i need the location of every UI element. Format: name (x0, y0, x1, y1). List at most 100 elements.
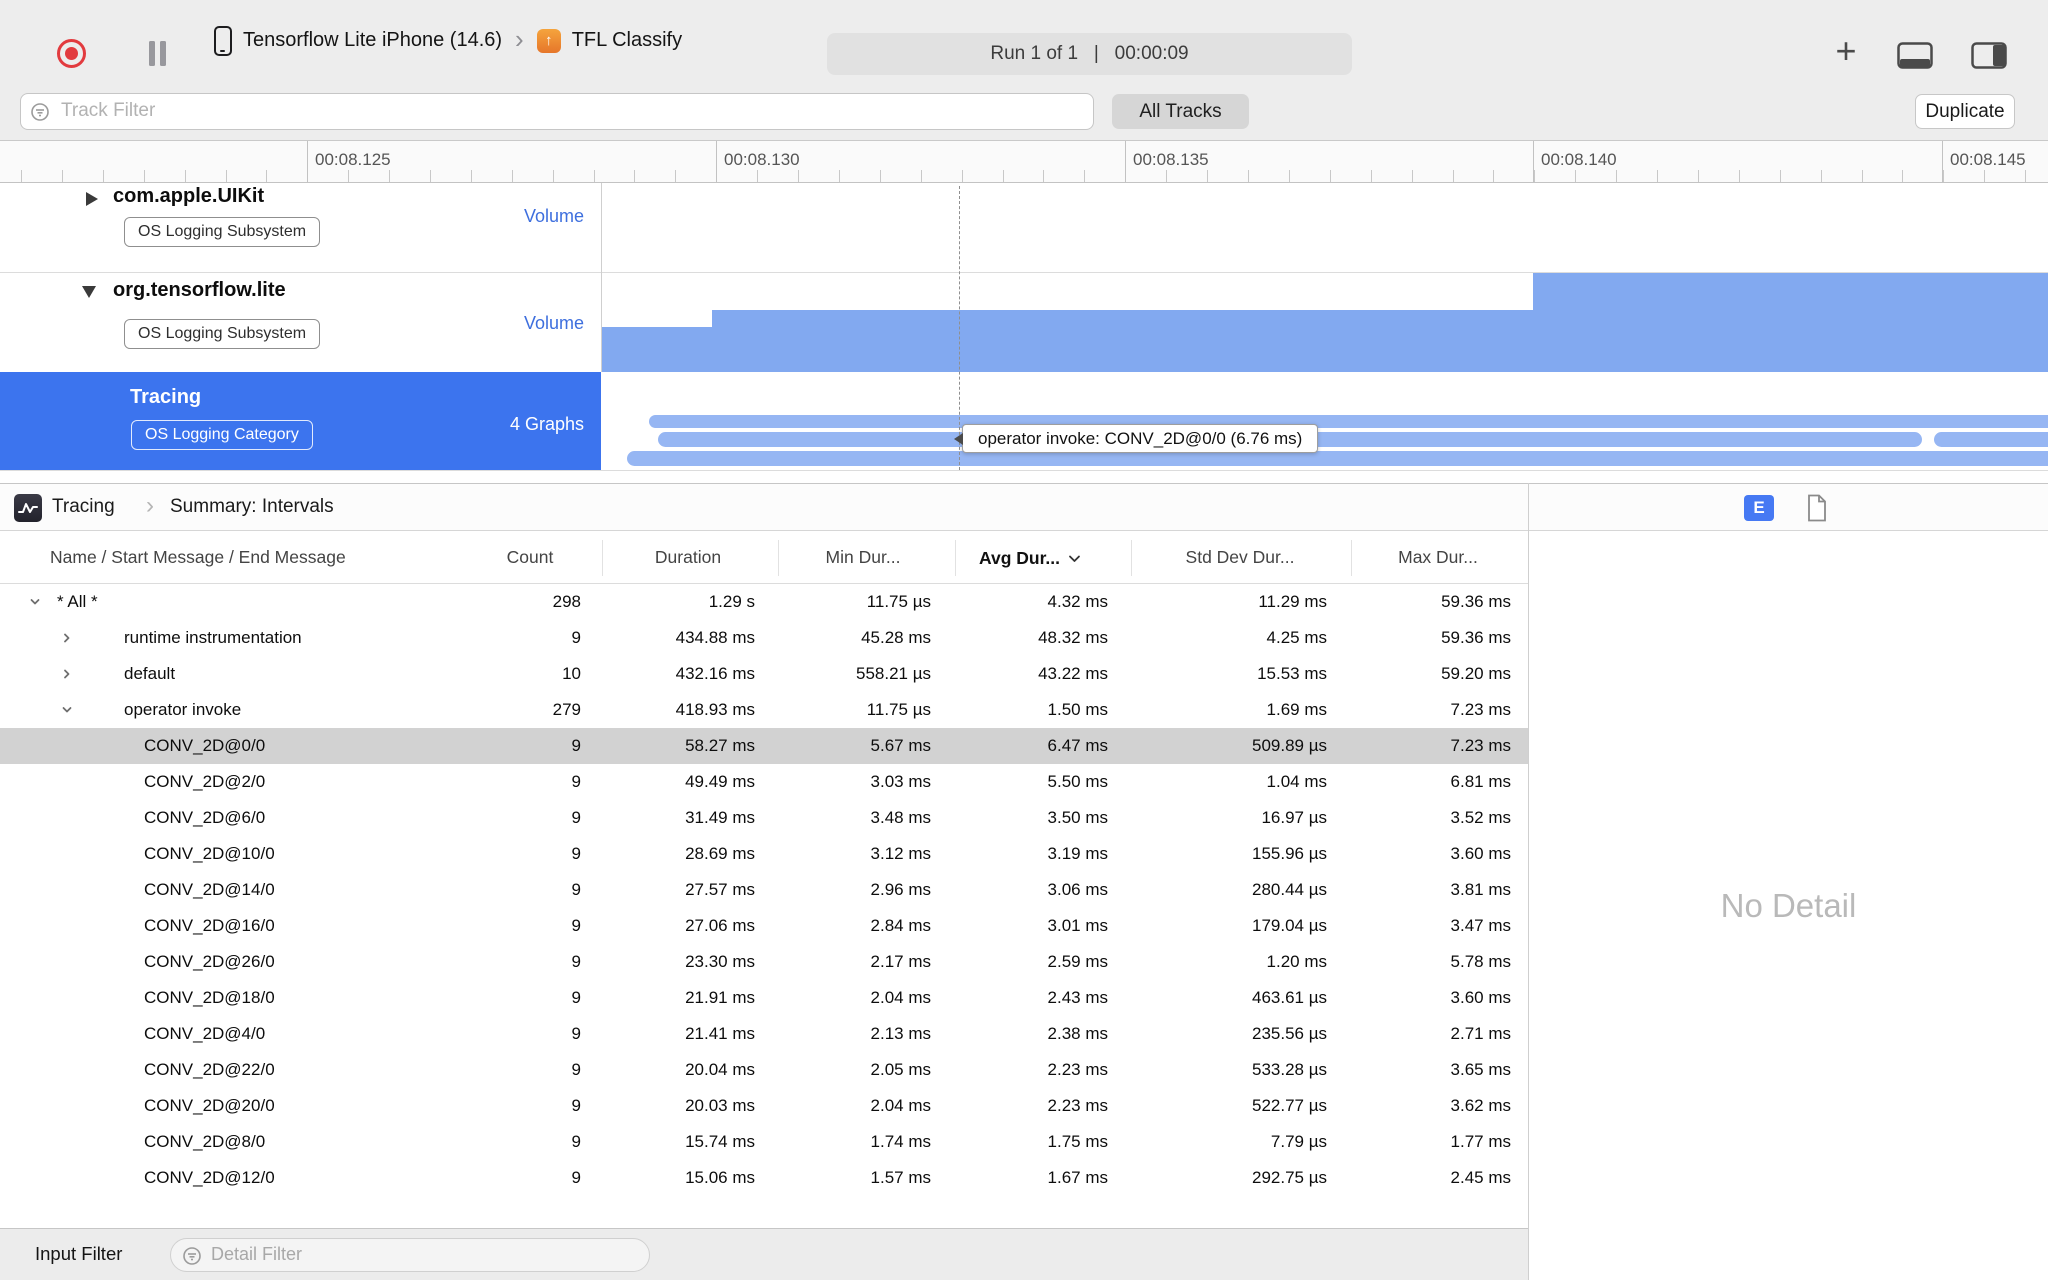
add-instrument-button[interactable]: + (1828, 30, 1864, 71)
table-row-conv-2d-22-0[interactable]: CONV_2D@22/0 9 20.04 ms 2.05 ms 2.23 ms 533.2… (0, 1052, 1528, 1088)
row-value: 1.69 ms (1266, 700, 1327, 719)
pause-button[interactable] (144, 41, 172, 67)
track-meta-label: 4 Graphs (509, 414, 584, 434)
ruler-major-tick (307, 141, 308, 182)
row-name: CONV_2D@2/0 (144, 772, 266, 791)
table-row-conv-2d-6-0[interactable]: CONV_2D@6/0 9 31.49 ms 3.48 ms 3.50 ms 16.97 … (0, 800, 1528, 836)
row-disclosure-right-icon[interactable] (60, 666, 74, 680)
column-header-count[interactable]: Count (507, 531, 554, 584)
toggle-bottom-panel-button[interactable] (1896, 41, 1934, 69)
disclosure-expanded-icon[interactable] (82, 286, 96, 298)
ruler-minor-tick (144, 170, 145, 182)
row-value: 2.38 ms (1047, 1024, 1108, 1043)
ruler-minor-tick (675, 170, 676, 182)
row-value: 9 (571, 880, 581, 899)
track-label-tensorflow[interactable]: org.tensorflow.lite OS Logging Subsystem… (0, 272, 601, 372)
ruler-minor-tick (880, 170, 881, 182)
column-header-min-dur[interactable]: Min Dur... (826, 531, 901, 584)
table-row-default[interactable]: default 10 432.16 ms 558.21 µs 43.22 ms 15.53… (0, 656, 1528, 692)
track-name: com.apple.UIKit (113, 185, 265, 207)
row-value: 23.30 ms (685, 952, 755, 971)
toggle-right-panel-button[interactable] (1970, 41, 2008, 69)
ruler-minor-tick (1862, 170, 1863, 182)
row-value: 2.59 ms (1047, 952, 1108, 971)
row-value: 3.50 ms (1047, 808, 1108, 827)
row-disclosure-down-icon[interactable] (60, 702, 74, 716)
playhead-line[interactable] (959, 186, 960, 470)
row-value: 16.97 µs (1261, 808, 1327, 827)
interval-bar[interactable] (627, 451, 2048, 466)
disclosure-collapsed-icon[interactable] (86, 192, 98, 206)
ruler-minor-tick (1330, 170, 1331, 182)
table-row-conv-2d-26-0[interactable]: CONV_2D@26/0 9 23.30 ms 2.17 ms 2.59 ms 1.20 … (0, 944, 1528, 980)
row-value: 15.06 ms (685, 1168, 755, 1187)
document-detail-button[interactable] (1804, 493, 1830, 523)
row-value: 434.88 ms (675, 628, 755, 647)
row-disclosure-right-icon[interactable] (60, 630, 74, 644)
breadcrumb-summary-intervals[interactable]: Summary: Intervals (170, 484, 334, 530)
row-value: 20.04 ms (685, 1060, 755, 1079)
ruler-minor-tick (1943, 170, 1944, 182)
table-row-conv-2d-16-0[interactable]: CONV_2D@16/0 9 27.06 ms 2.84 ms 3.01 ms 179.0… (0, 908, 1528, 944)
table-row-conv-2d-2-0[interactable]: CONV_2D@2/0 9 49.49 ms 3.03 ms 5.50 ms 1.04 m… (0, 764, 1528, 800)
ruler-minor-tick (471, 170, 472, 182)
all-tracks-button[interactable]: All Tracks (1112, 94, 1249, 129)
device-target-selector[interactable]: Tensorflow Lite iPhone (14.6) › ↑ TFL Cl… (214, 0, 682, 81)
table-row-conv-2d-10-0[interactable]: CONV_2D@10/0 9 28.69 ms 3.12 ms 3.19 ms 155.9… (0, 836, 1528, 872)
row-value: 3.65 ms (1450, 1060, 1511, 1079)
track-name: org.tensorflow.lite (113, 279, 286, 301)
duplicate-button[interactable]: Duplicate (1915, 94, 2015, 129)
tracing-intervals-graph[interactable] (601, 372, 2048, 470)
track-filter-field[interactable] (20, 93, 1094, 130)
ruler-minor-tick (348, 170, 349, 182)
row-name: CONV_2D@14/0 (144, 880, 275, 899)
table-row-conv-2d-20-0[interactable]: CONV_2D@20/0 9 20.03 ms 2.04 ms 2.23 ms 522.7… (0, 1088, 1528, 1124)
table-row-conv-2d-0-0[interactable]: CONV_2D@0/0 9 58.27 ms 5.67 ms 6.47 ms 509.89… (0, 728, 1528, 764)
ruler-minor-tick (1207, 170, 1208, 182)
row-value: 31.49 ms (685, 808, 755, 827)
row-name: CONV_2D@4/0 (144, 1024, 266, 1043)
table-row-operator-invoke[interactable]: operator invoke 279 418.93 ms 11.75 µs 1.50 … (0, 692, 1528, 728)
interval-bar[interactable] (1934, 432, 2048, 447)
interval-bar[interactable] (649, 415, 2048, 428)
row-value: 5.78 ms (1450, 952, 1511, 971)
track-label-tracing-selected[interactable]: Tracing OS Logging Category 4 Graphs (0, 372, 601, 470)
row-value: 9 (571, 772, 581, 791)
table-row-conv-2d-12-0[interactable]: CONV_2D@12/0 9 15.06 ms 1.57 ms 1.67 ms 292.7… (0, 1160, 1528, 1196)
track-label-divider (601, 183, 602, 372)
table-row-conv-2d-4-0[interactable]: CONV_2D@4/0 9 21.41 ms 2.13 ms 2.38 ms 235.56… (0, 1016, 1528, 1052)
row-value: 2.71 ms (1450, 1024, 1511, 1043)
column-header-avg-dur[interactable]: Avg Dur... (979, 531, 1081, 585)
detail-filter-input[interactable] (211, 1239, 636, 1270)
volume-graph-tensorflow[interactable] (601, 272, 2048, 372)
ruler-minor-tick (2025, 170, 2026, 182)
table-row-conv-2d-14-0[interactable]: CONV_2D@14/0 9 27.57 ms 2.96 ms 3.06 ms 280.4… (0, 872, 1528, 908)
table-row-conv-2d-8-0[interactable]: CONV_2D@8/0 9 15.74 ms 1.74 ms 1.75 ms 7.79 µ… (0, 1124, 1528, 1160)
table-row-conv-2d-18-0[interactable]: CONV_2D@18/0 9 21.91 ms 2.04 ms 2.43 ms 463.6… (0, 980, 1528, 1016)
expanded-detail-button[interactable]: E (1744, 495, 1774, 521)
column-header-std-dev-dur[interactable]: Std Dev Dur... (1186, 531, 1295, 584)
row-value: 2.13 ms (870, 1024, 931, 1043)
ruler-minor-tick (1493, 170, 1494, 182)
column-header-max-dur[interactable]: Max Dur... (1398, 531, 1478, 584)
row-value: 1.67 ms (1047, 1168, 1108, 1187)
track-filter-input[interactable] (61, 94, 1081, 128)
table-row-runtime-instrumentation[interactable]: runtime instrumentation 9 434.88 ms 45.28 m… (0, 620, 1528, 656)
column-header-duration[interactable]: Duration (655, 531, 721, 584)
track-label-uikit[interactable]: com.apple.UIKit OS Logging Subsystem Vol… (0, 183, 601, 272)
ruler-minor-tick (1902, 170, 1903, 182)
table-row-all[interactable]: * All * 298 1.29 s 11.75 µs 4.32 ms 11.29 ms 5… (0, 584, 1528, 620)
right-panel-icon (1971, 41, 2007, 69)
breadcrumb-chevron-icon: › (146, 492, 154, 519)
row-value: 1.74 ms (870, 1132, 931, 1151)
row-disclosure-down-icon[interactable] (28, 594, 42, 608)
row-value: 3.60 ms (1450, 844, 1511, 863)
column-header-name[interactable]: Name / Start Message / End Message (50, 531, 346, 584)
detail-filter-field[interactable] (170, 1238, 650, 1272)
timeline-ruler[interactable]: 00:08.125 00:08.130 00:08.135 00:08.140 00:0… (0, 141, 2048, 183)
record-button[interactable] (57, 39, 86, 68)
row-value: 6.81 ms (1450, 772, 1511, 791)
row-name: CONV_2D@0/0 (144, 736, 266, 755)
breadcrumb-tracing[interactable]: Tracing (52, 484, 115, 530)
tracing-instrument-icon (14, 494, 42, 522)
